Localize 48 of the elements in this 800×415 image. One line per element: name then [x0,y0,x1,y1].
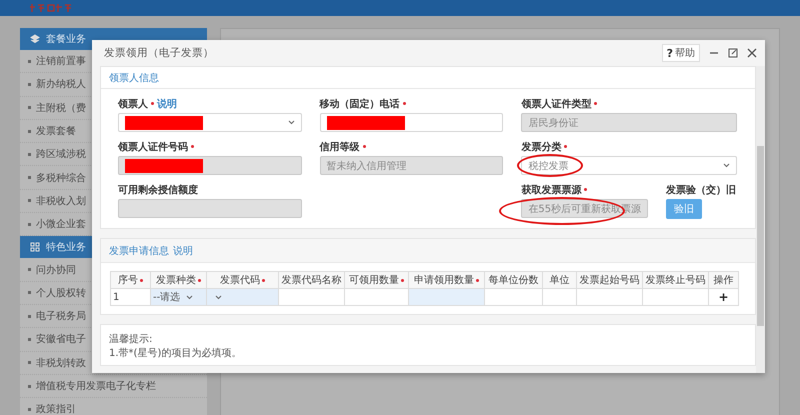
column-header: 发票代码 [220,275,260,286]
chevron-down-icon [186,295,194,300]
section-title: 发票申请信息 [109,244,169,258]
logo-icon [30,3,74,13]
select-field[interactable] [118,113,302,132]
column-header: 操作 [714,275,734,286]
sidebar-item[interactable]: 增值税专用发票电子化专栏 [20,374,207,398]
column-header: 序号 [118,275,138,286]
select-cell[interactable]: --请选 [150,288,206,306]
field-label: 发票验（交）旧 [666,183,736,196]
help-button[interactable]: ? 帮助 [662,44,700,62]
layers-icon [30,34,40,44]
chevron-down-icon [288,120,295,125]
maximize-icon[interactable] [728,48,738,58]
sidebar-section-title: 套餐业务 [46,32,86,46]
notes-line: 1.带*(星号)的项目为必填项。 [109,347,242,361]
column-header: 单位 [550,275,570,286]
column-header: 申请领用数量 [414,275,474,286]
field-label: 发票分类 [521,140,562,154]
field-label: 领票人证件号码 [118,140,188,154]
chevron-down-icon [215,294,222,300]
input-cell[interactable] [408,288,484,306]
field-label: 可用剩余授信额度 [118,183,198,196]
section-title: 领票人信息 [109,72,159,84]
column-header: 发票种类 [156,275,196,286]
select-cell[interactable] [206,288,278,306]
notes-title: 温馨提示: [109,333,154,347]
column-header: 发票代码名称 [282,275,342,286]
column-header: 发票起始号码 [580,275,640,286]
grid-icon [30,242,40,252]
field-label: 信用等级 [320,140,360,154]
explain-link[interactable]: 说明 [157,96,177,110]
chevron-down-icon [723,163,730,168]
field-label: 获取发票票源 [521,184,582,196]
sidebar-item[interactable]: 政策指引 [20,398,207,415]
field-label: 领票人证件类型 [521,98,592,110]
sidebar-section-title: 特色业务 [46,240,86,254]
input-field[interactable] [320,113,504,132]
check-old-button[interactable]: 验旧 [666,199,702,219]
close-icon[interactable] [747,48,757,58]
field-label: 移动（固定）电话 [320,97,400,110]
scrollbar[interactable] [756,66,765,373]
field-label: 领票人 [118,98,148,110]
column-header: 可领用数量 [349,275,399,286]
column-header: 发票终止号码 [646,275,706,286]
explain-link[interactable]: 说明 [173,244,193,258]
table-cell: 1 [110,288,150,306]
column-header: 每单位份数 [488,275,538,286]
